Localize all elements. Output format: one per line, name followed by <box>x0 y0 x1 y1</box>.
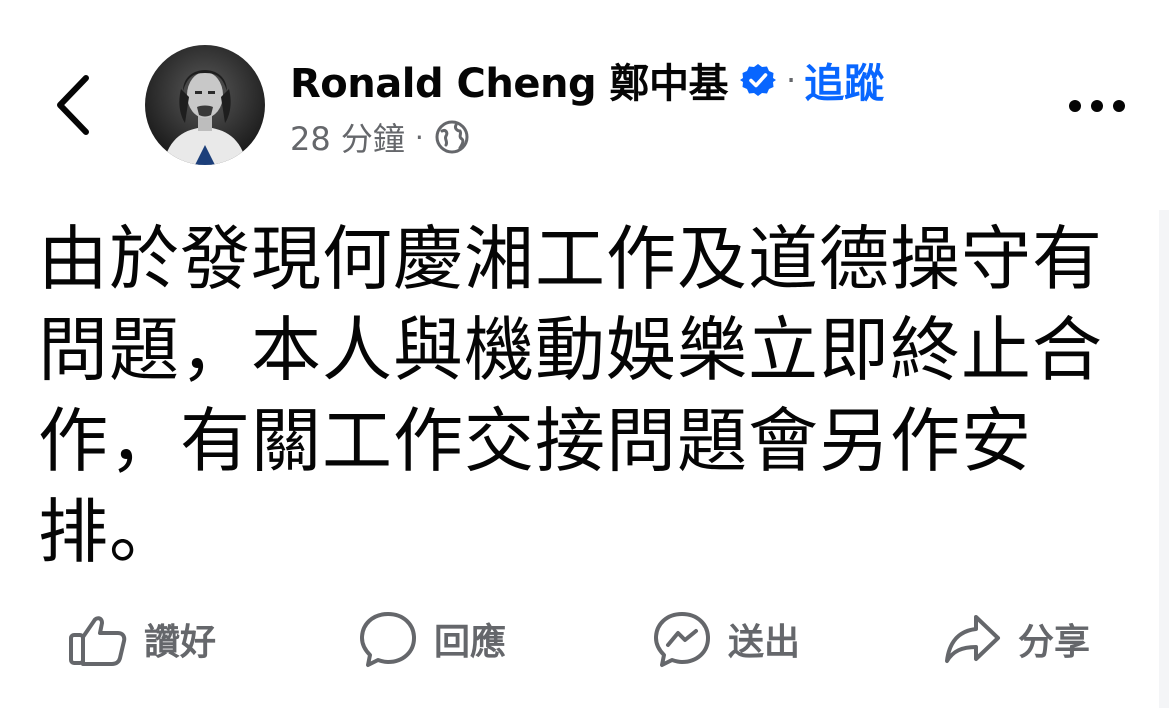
post-timestamp[interactable]: 28 分鐘 <box>290 114 405 160</box>
share-label: 分享 <box>1018 622 1091 663</box>
author-row: Ronald Cheng 鄭中基 · 追蹤 <box>290 52 884 108</box>
comment-button[interactable]: 回應 <box>356 600 506 678</box>
post-text: 由於發現何慶湘工作及道德操守有 問題，本人與機動娛樂立即終止合 作，有關工作交接… <box>38 218 1103 573</box>
like-button[interactable]: 讚好 <box>66 600 216 678</box>
share-button[interactable]: 分享 <box>940 600 1090 678</box>
follow-separator: · <box>786 61 797 99</box>
follow-button[interactable]: 追蹤 <box>804 51 884 109</box>
messenger-icon <box>650 607 714 671</box>
like-label: 讚好 <box>144 622 217 663</box>
meta-separator: · <box>414 120 424 154</box>
avatar[interactable] <box>145 45 265 165</box>
more-horizontal-icon <box>1069 100 1125 112</box>
send-button[interactable]: 送出 <box>650 600 800 678</box>
chevron-left-icon <box>57 75 89 135</box>
comment-label: 回應 <box>434 622 507 663</box>
globe-icon[interactable] <box>434 119 470 155</box>
back-button[interactable] <box>44 72 100 138</box>
post-actions-bar: 讚好 回應 送出 分享 <box>0 600 1169 678</box>
author-name[interactable]: Ronald Cheng 鄭中基 <box>290 51 729 109</box>
send-label: 送出 <box>728 622 801 663</box>
verified-badge-icon <box>740 62 777 98</box>
more-options-button[interactable] <box>1062 84 1132 128</box>
post-header: Ronald Cheng 鄭中基 · 追蹤 28 分鐘 · <box>0 0 1169 180</box>
avatar-image <box>145 45 265 165</box>
post-meta: 28 分鐘 · <box>290 114 470 160</box>
thumbs-up-icon <box>66 607 130 671</box>
share-arrow-icon <box>940 607 1004 671</box>
comment-bubble-icon <box>356 607 420 671</box>
